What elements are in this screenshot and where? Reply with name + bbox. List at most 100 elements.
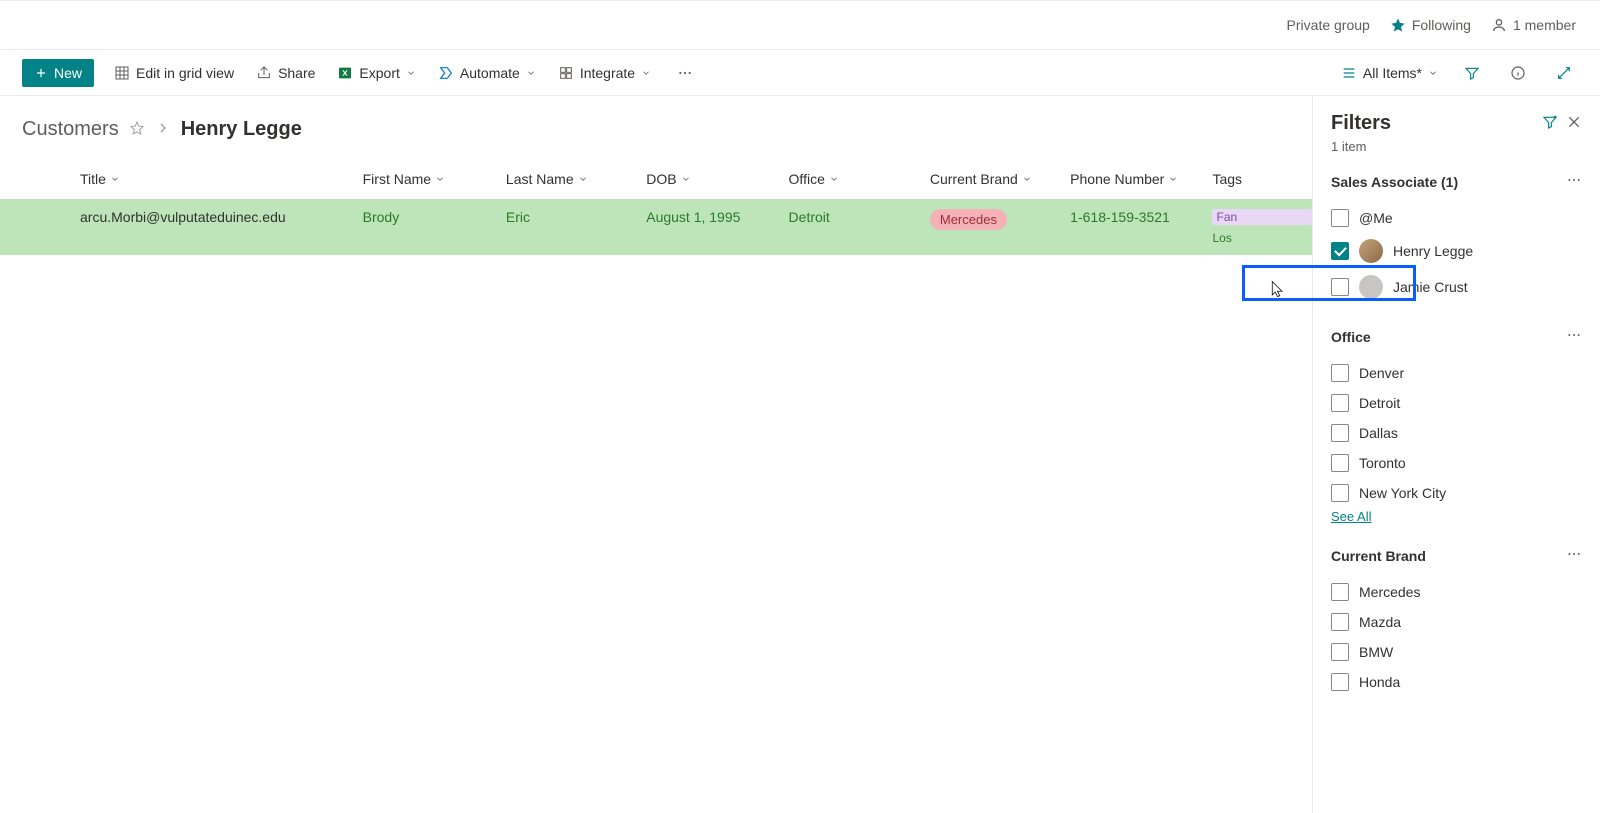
breadcrumb: Customers Henry Legge <box>0 96 1312 159</box>
chevron-down-icon <box>526 68 536 78</box>
automate-button[interactable]: Automate <box>436 61 538 85</box>
checkbox[interactable] <box>1331 364 1349 382</box>
cell-first-name: Brody <box>363 209 400 225</box>
group-more-button[interactable] <box>1566 172 1582 191</box>
close-filters-button[interactable] <box>1566 114 1582 133</box>
plus-icon <box>34 66 48 80</box>
info-pane-toggle[interactable] <box>1504 61 1532 85</box>
filter-option-jamie[interactable]: Jamie Crust <box>1331 269 1582 305</box>
option-label: Henry Legge <box>1393 243 1473 259</box>
tag-badge: Los <box>1212 231 1312 245</box>
chevron-down-icon <box>435 174 445 184</box>
filter-group-sales-associate: Sales Associate (1) @Me Henry Legge Jami… <box>1331 172 1582 305</box>
filter-option-toronto[interactable]: Toronto <box>1331 448 1582 478</box>
share-button[interactable]: Share <box>254 61 317 85</box>
checkbox[interactable] <box>1331 394 1349 412</box>
chevron-down-icon <box>578 174 588 184</box>
cell-title: arcu.Morbi@vulputateduinec.edu <box>80 209 286 225</box>
follow-toggle[interactable]: Following <box>1390 17 1471 33</box>
list-name-link[interactable]: Customers <box>22 118 119 141</box>
new-label: New <box>54 65 82 81</box>
avatar <box>1359 275 1383 299</box>
filter-item-count: 1 item <box>1331 139 1582 154</box>
cell-phone: 1-618-159-3521 <box>1070 209 1170 225</box>
checkbox[interactable] <box>1331 673 1349 691</box>
integrate-button[interactable]: Integrate <box>556 61 653 85</box>
command-bar: New Edit in grid view Share Export Autom… <box>0 50 1600 96</box>
ellipsis-icon <box>1566 172 1582 188</box>
chevron-down-icon <box>681 174 691 184</box>
checkbox[interactable] <box>1331 209 1349 227</box>
tag-badge: Fan <box>1212 209 1312 225</box>
see-all-link[interactable]: See All <box>1331 509 1371 524</box>
filter-option-me[interactable]: @Me <box>1331 203 1582 233</box>
filter-option-dallas[interactable]: Dallas <box>1331 418 1582 448</box>
new-button[interactable]: New <box>22 59 94 87</box>
chevron-down-icon <box>1168 174 1178 184</box>
filter-option-henry[interactable]: Henry Legge <box>1331 233 1582 269</box>
chevron-down-icon <box>829 174 839 184</box>
option-label: Denver <box>1359 365 1404 381</box>
filter-pane-toggle[interactable] <box>1458 61 1486 85</box>
site-info-bar: Private group Following 1 member <box>0 0 1600 50</box>
filter-option-detroit[interactable]: Detroit <box>1331 388 1582 418</box>
star-filled-icon <box>1390 17 1406 33</box>
integrate-icon <box>558 65 574 81</box>
option-label: Mazda <box>1359 614 1401 630</box>
checkbox[interactable] <box>1331 583 1349 601</box>
export-button[interactable]: Export <box>335 61 417 85</box>
option-label: Detroit <box>1359 395 1400 411</box>
favorite-star[interactable] <box>129 120 145 139</box>
chevron-down-icon <box>1428 68 1438 78</box>
checkbox[interactable] <box>1331 454 1349 472</box>
filter-group-office: Office Denver Detroit Dallas Toronto <box>1331 327 1582 524</box>
group-label: Sales Associate (1) <box>1331 174 1566 190</box>
table-row[interactable]: arcu.Morbi@vulputateduinec.edu Brody Eri… <box>0 199 1312 255</box>
brand-badge: Mercedes <box>930 209 1007 230</box>
checkbox[interactable] <box>1331 242 1349 260</box>
filter-group-brand: Current Brand Mercedes Mazda BMW Honda <box>1331 546 1582 697</box>
column-header-first-name[interactable]: First Name <box>363 171 506 187</box>
column-header-brand[interactable]: Current Brand <box>930 171 1070 187</box>
ellipsis-icon <box>677 65 693 81</box>
column-header-office[interactable]: Office <box>789 171 930 187</box>
checkbox[interactable] <box>1331 278 1349 296</box>
funnel-clear-icon <box>1542 114 1558 130</box>
members-text: 1 member <box>1513 17 1576 33</box>
filter-option-mercedes[interactable]: Mercedes <box>1331 577 1582 607</box>
checkbox[interactable] <box>1331 613 1349 631</box>
cell-last-name: Eric <box>506 209 530 225</box>
group-more-button[interactable] <box>1566 546 1582 565</box>
checkbox[interactable] <box>1331 484 1349 502</box>
filter-option-denver[interactable]: Denver <box>1331 358 1582 388</box>
group-more-button[interactable] <box>1566 327 1582 346</box>
list-icon <box>1341 65 1357 81</box>
cell-dob: August 1, 1995 <box>646 209 740 225</box>
view-selector[interactable]: All Items* <box>1339 61 1440 85</box>
share-icon <box>256 65 272 81</box>
private-group-text: Private group <box>1287 17 1370 33</box>
info-icon <box>1510 65 1526 81</box>
avatar <box>1359 239 1383 263</box>
privacy-label: Private group <box>1287 17 1370 33</box>
column-header-phone[interactable]: Phone Number <box>1070 171 1212 187</box>
column-header-title[interactable]: Title <box>80 171 363 187</box>
option-label: New York City <box>1359 485 1446 501</box>
filter-option-honda[interactable]: Honda <box>1331 667 1582 697</box>
column-headers: Title First Name Last Name DOB Office Cu… <box>0 159 1312 199</box>
column-header-dob[interactable]: DOB <box>646 171 788 187</box>
clear-filters-button[interactable] <box>1542 114 1558 133</box>
members-button[interactable]: 1 member <box>1491 17 1576 33</box>
checkbox[interactable] <box>1331 424 1349 442</box>
list-pane: Customers Henry Legge Title First Name L… <box>0 96 1312 813</box>
more-actions-button[interactable] <box>671 61 699 85</box>
filter-option-bmw[interactable]: BMW <box>1331 637 1582 667</box>
breadcrumb-current: Henry Legge <box>181 118 302 141</box>
expand-button[interactable] <box>1550 61 1578 85</box>
filter-option-nyc[interactable]: New York City <box>1331 478 1582 508</box>
column-header-tags[interactable]: Tags <box>1212 171 1312 187</box>
filter-option-mazda[interactable]: Mazda <box>1331 607 1582 637</box>
column-header-last-name[interactable]: Last Name <box>506 171 646 187</box>
edit-grid-button[interactable]: Edit in grid view <box>112 61 236 85</box>
checkbox[interactable] <box>1331 643 1349 661</box>
